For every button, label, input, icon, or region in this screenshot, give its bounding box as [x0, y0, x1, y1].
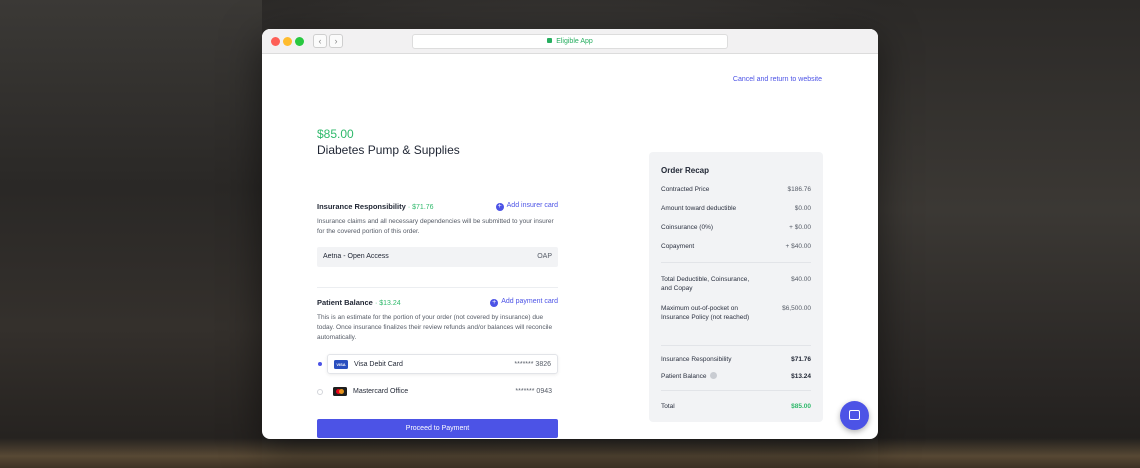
patient-heading: Patient Balance · $13.24	[317, 298, 401, 307]
plan-name: Aetna - Open Access	[323, 253, 389, 260]
background-left	[0, 0, 262, 468]
forward-button[interactable]: ›	[329, 34, 343, 48]
add-payment-card-link[interactable]: + Add payment card	[490, 298, 558, 307]
recap-row: Copayment + $40.00	[661, 242, 811, 251]
payment-card-mastercard[interactable]: Mastercard Office ******* 0943	[317, 382, 558, 402]
mastercard-icon	[333, 387, 347, 396]
recap-value: $40.00	[791, 276, 811, 283]
recap-row: Coinsurance (0%) + $0.00	[661, 223, 811, 232]
order-price: $85.00	[317, 127, 354, 141]
maximize-window-button[interactable]	[295, 37, 304, 46]
plan-code: OAP	[537, 253, 552, 260]
recap-label: Contracted Price	[661, 186, 710, 193]
visa-icon: VISA	[334, 360, 348, 369]
recap-divider	[661, 262, 811, 263]
browser-titlebar: ‹ › Eligible App	[262, 29, 878, 54]
recap-label: Patient Balance	[661, 372, 761, 381]
recap-divider	[661, 390, 811, 391]
recap-label: Coinsurance (0%)	[661, 224, 714, 231]
minimize-window-button[interactable]	[283, 37, 292, 46]
add-payment-card-label: Add payment card	[501, 298, 558, 305]
card-name: Mastercard Office	[353, 388, 409, 395]
product-title: Diabetes Pump & Supplies	[317, 143, 460, 157]
address-label: Eligible App	[556, 38, 593, 45]
section-divider	[317, 287, 558, 288]
payment-card-visa[interactable]: VISA Visa Debit Card ******* 3826	[317, 354, 558, 374]
lock-icon	[547, 38, 553, 43]
recap-value: + $40.00	[785, 243, 811, 250]
background-bottom	[0, 438, 1140, 468]
insurance-heading: Insurance Responsibility · $71.76	[317, 202, 434, 211]
recap-value: + $0.00	[789, 224, 811, 231]
recap-row: Total Deductible, Coinsurance, and Copay…	[661, 275, 811, 293]
recap-value: $6,500.00	[782, 305, 811, 312]
recap-label: Insurance Responsibility	[661, 356, 732, 363]
proceed-to-payment-button[interactable]: Proceed to Payment	[317, 419, 558, 438]
card-option[interactable]: VISA Visa Debit Card ******* 3826	[327, 354, 558, 374]
browser-window: ‹ › Eligible App Cancel and return to we…	[262, 29, 878, 439]
insurance-amount: · $71.76	[407, 204, 434, 211]
recap-row: Patient Balance $13.24	[661, 372, 811, 381]
insurance-title: Insurance Responsibility	[317, 202, 406, 211]
background-right	[878, 0, 1140, 468]
card-option[interactable]: Mastercard Office ******* 0943	[327, 382, 558, 402]
add-insurer-card-label: Add insurer card	[506, 202, 558, 209]
address-bar[interactable]: Eligible App	[412, 34, 728, 49]
patient-balance-label: Patient Balance	[661, 373, 707, 380]
chat-icon	[849, 410, 860, 420]
card-name: Visa Debit Card	[354, 361, 403, 368]
plus-circle-icon: +	[495, 203, 504, 211]
insurance-plan: Aetna - Open Access OAP	[317, 247, 558, 267]
card-radio-selected[interactable]	[318, 362, 322, 366]
recap-divider	[661, 345, 811, 346]
patient-description: This is an estimate for the portion of y…	[317, 314, 553, 341]
recap-label: Amount toward deductible	[661, 205, 737, 212]
checkout-page: Cancel and return to website $85.00 Diab…	[262, 54, 878, 439]
recap-value: $186.76	[787, 186, 812, 193]
chat-launcher-button[interactable]	[840, 401, 869, 430]
add-insurer-card-link[interactable]: + Add insurer card	[495, 202, 558, 211]
recap-label: Maximum out-of-pocket on Insurance Polic…	[661, 305, 750, 321]
recap-label: Copayment	[661, 243, 695, 250]
recap-title: Order Recap	[661, 166, 710, 175]
recap-value: $13.24	[791, 373, 811, 380]
patient-amount: · $13.24	[374, 300, 401, 307]
recap-row: Amount toward deductible $0.00	[661, 204, 811, 213]
total-label: Total	[661, 403, 675, 410]
back-button[interactable]: ‹	[313, 34, 327, 48]
recap-row: Maximum out-of-pocket on Insurance Polic…	[661, 304, 811, 322]
recap-label: Total Deductible, Coinsurance, and Copay	[661, 276, 750, 292]
cancel-return-link[interactable]: Cancel and return to website	[733, 76, 822, 83]
patient-title: Patient Balance	[317, 298, 373, 307]
card-radio-unselected[interactable]	[317, 389, 323, 395]
recap-value: $0.00	[794, 205, 811, 212]
recap-value: $71.76	[791, 356, 811, 363]
plus-circle-icon: +	[490, 299, 499, 307]
insurance-description: Insurance claims and all necessary depen…	[317, 218, 554, 235]
total-value: $85.00	[791, 403, 811, 410]
info-icon[interactable]	[709, 372, 717, 379]
order-recap-panel: Order Recap Contracted Price $186.76 Amo…	[649, 152, 823, 422]
card-number: ******* 0943	[515, 388, 552, 395]
recap-row: Insurance Responsibility $71.76	[661, 355, 811, 364]
close-window-button[interactable]	[271, 37, 280, 46]
card-number: ******* 3826	[514, 361, 551, 368]
recap-row: Contracted Price $186.76	[661, 185, 811, 194]
recap-total-row: Total $85.00	[661, 402, 811, 411]
